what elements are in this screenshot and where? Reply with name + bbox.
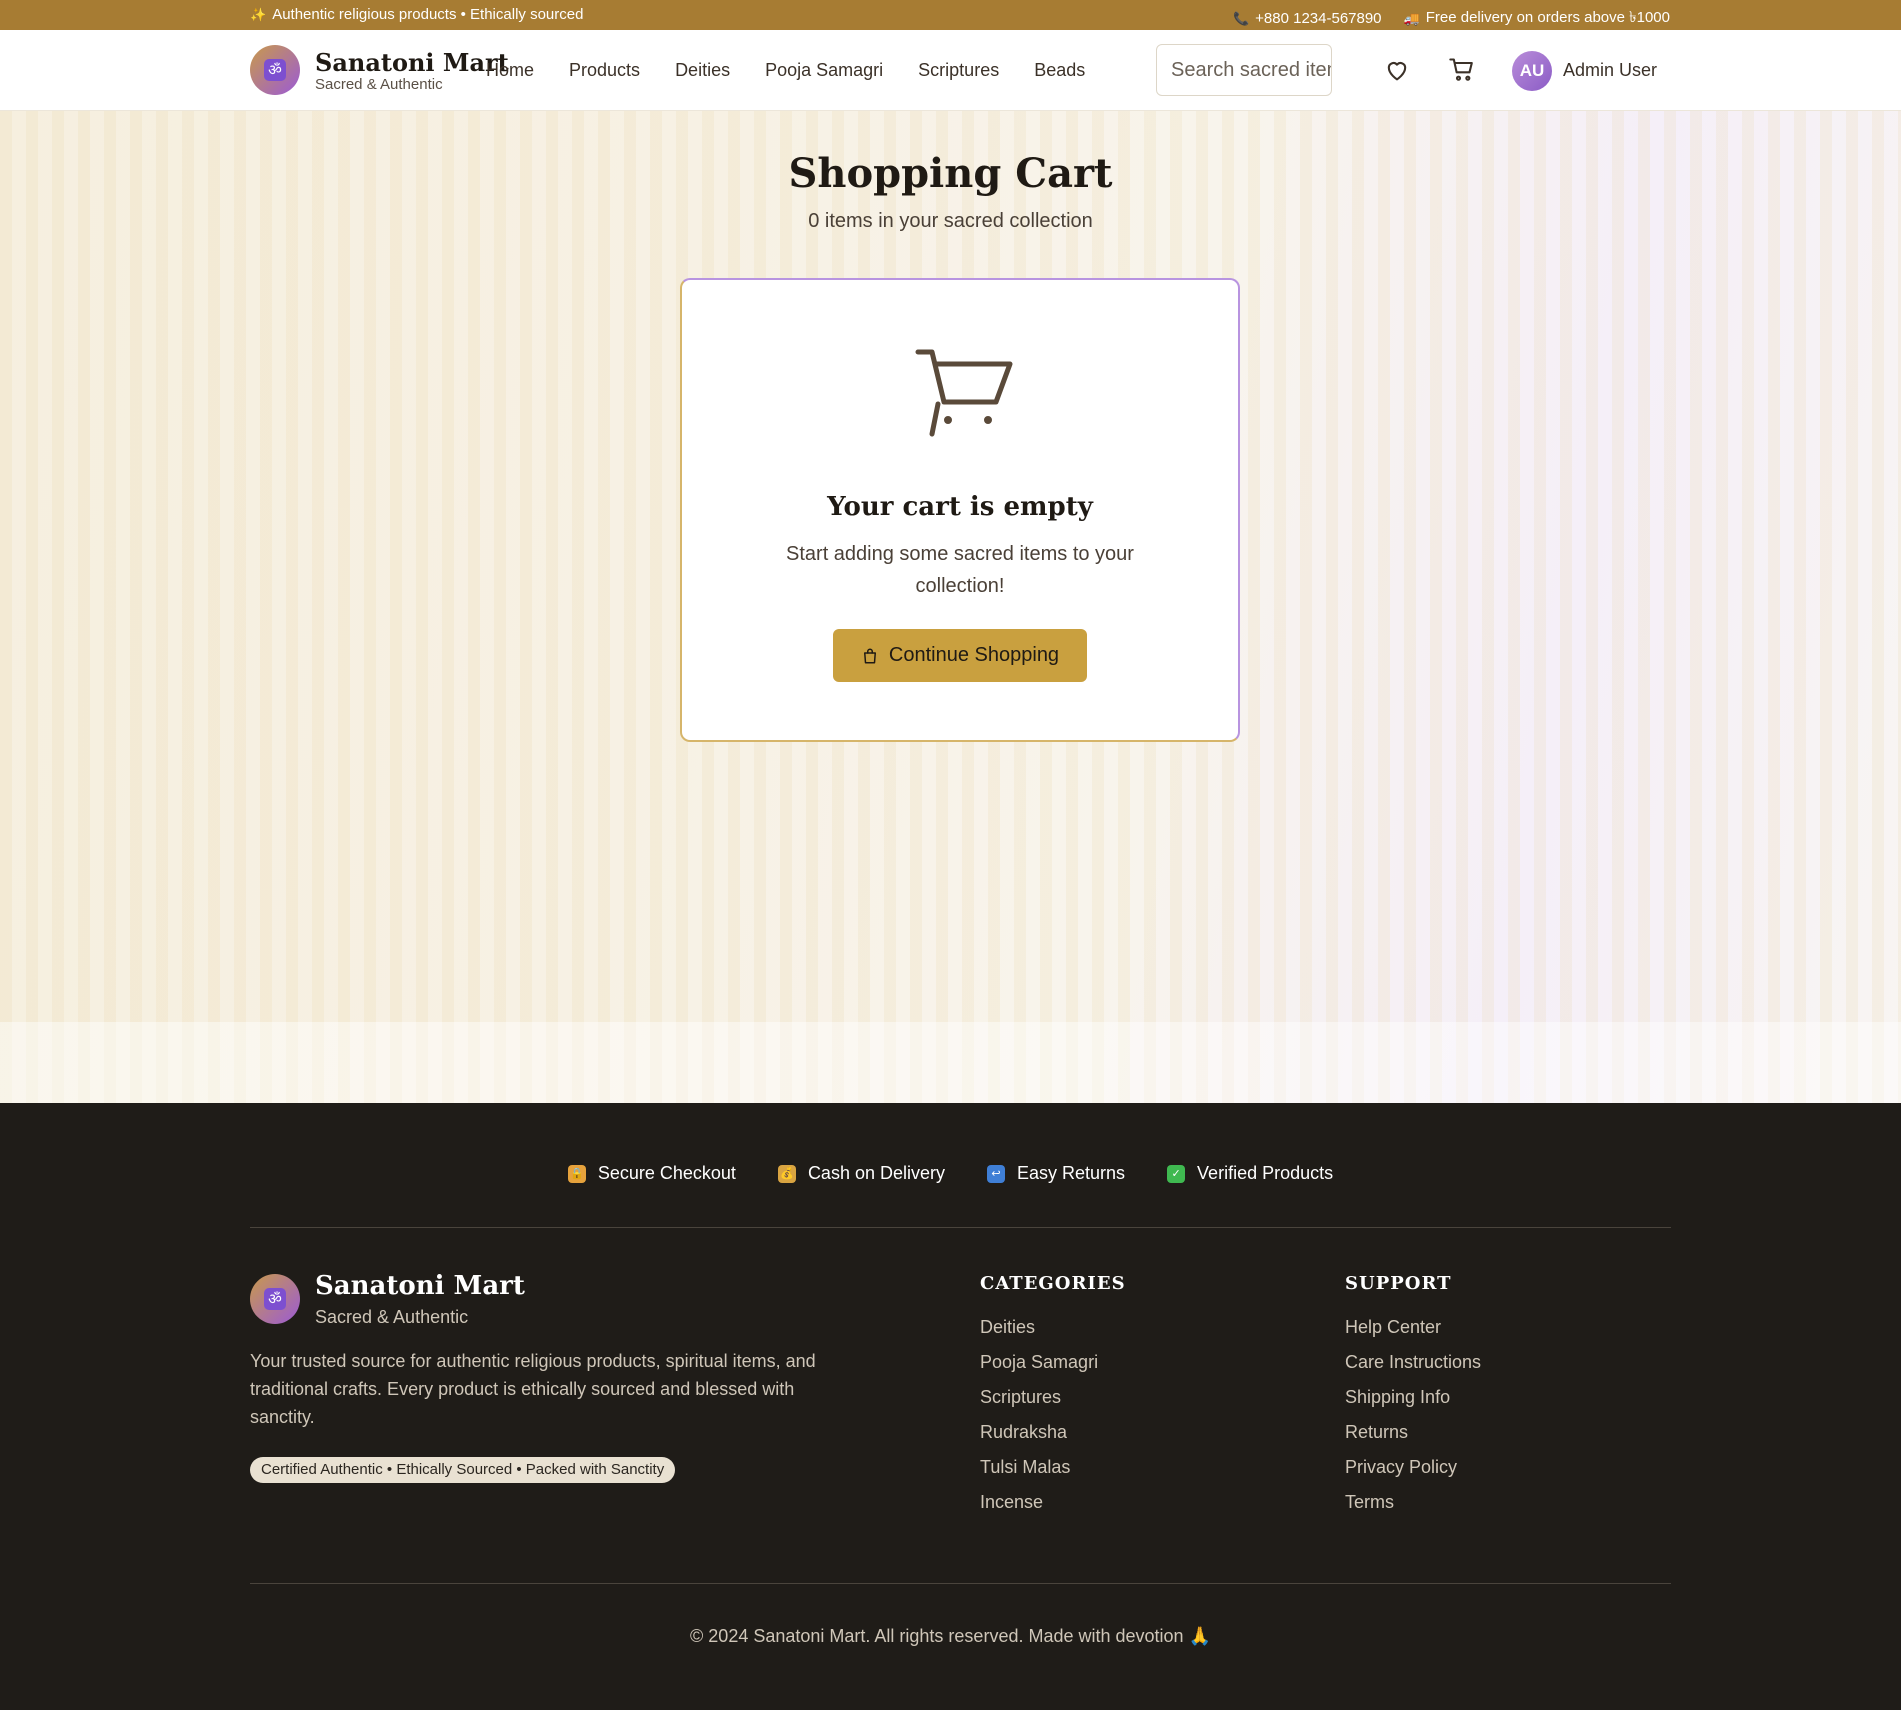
nav-products[interactable]: Products bbox=[569, 60, 640, 81]
trust-badges: 🔒 Secure Checkout 💰 Cash on Delivery ↩ E… bbox=[0, 1163, 1901, 1184]
nav-pooja-samagri[interactable]: Pooja Samagri bbox=[765, 60, 883, 81]
cart-icon[interactable] bbox=[1448, 56, 1476, 84]
trust-label: Verified Products bbox=[1197, 1163, 1334, 1183]
nav-deities[interactable]: Deities bbox=[675, 60, 730, 81]
continue-shopping-button[interactable]: Continue Shopping bbox=[833, 629, 1087, 682]
money-bag-icon: 💰 bbox=[777, 1164, 796, 1183]
user-name[interactable]: Admin User bbox=[1563, 60, 1657, 81]
return-icon: ↩ bbox=[987, 1164, 1005, 1183]
shopping-bag-icon bbox=[863, 648, 876, 663]
footer-link-shipping-info[interactable]: Shipping Info bbox=[1345, 1387, 1481, 1408]
support-heading: SUPPORT bbox=[1345, 1273, 1452, 1294]
footer-brand-name: Sanatoni Mart bbox=[315, 1271, 525, 1301]
footer-link-rudraksha[interactable]: Rudraksha bbox=[980, 1422, 1098, 1443]
footer-link-terms[interactable]: Terms bbox=[1345, 1492, 1481, 1513]
footer-link-incense[interactable]: Incense bbox=[980, 1492, 1098, 1513]
site-header: ॐ Sanatoni Mart Sacred & Authentic Home … bbox=[0, 30, 1901, 111]
footer-link-returns[interactable]: Returns bbox=[1345, 1422, 1481, 1443]
announcement-bar: ✨ Authentic religious products • Ethical… bbox=[0, 0, 1901, 30]
footer-link-care-instructions[interactable]: Care Instructions bbox=[1345, 1352, 1481, 1373]
announcement-text: Authentic religious products • Ethically… bbox=[272, 6, 584, 23]
trust-verified-products: ✓ Verified Products bbox=[1167, 1163, 1333, 1184]
main-bottom-band bbox=[0, 1022, 1901, 1103]
phone-info: 📞 +880 1234-567890 bbox=[1233, 10, 1382, 27]
footer-divider bbox=[250, 1227, 1671, 1228]
main-nav: Home Products Deities Pooja Samagri Scri… bbox=[486, 60, 1085, 81]
nav-home[interactable]: Home bbox=[486, 60, 534, 81]
empty-cart-icon bbox=[915, 349, 1013, 437]
footer-divider bbox=[250, 1583, 1671, 1584]
page-title: Shopping Cart bbox=[788, 150, 1113, 197]
announcement-left: ✨ Authentic religious products • Ethical… bbox=[250, 6, 583, 23]
lock-icon: 🔒 bbox=[567, 1164, 586, 1183]
brand-name[interactable]: Sanatoni Mart bbox=[315, 48, 509, 77]
announcement-right: 📞 +880 1234-567890 🚚 Free delivery on or… bbox=[1233, 6, 1670, 31]
sparkle-icon: ✨ bbox=[250, 6, 267, 22]
footer-brand-tagline: Sacred & Authentic bbox=[315, 1307, 469, 1327]
brand-logo[interactable]: ॐ bbox=[250, 45, 300, 95]
om-icon: ॐ bbox=[264, 1288, 286, 1310]
cart-count-text: 0 items in your sacred collection bbox=[808, 210, 1093, 232]
nav-scriptures[interactable]: Scriptures bbox=[918, 60, 999, 81]
trust-secure-checkout: 🔒 Secure Checkout bbox=[567, 1163, 736, 1184]
trust-easy-returns: ↩ Easy Returns bbox=[987, 1163, 1125, 1184]
delivery-info: 🚚 Free delivery on orders above ৳1000 bbox=[1404, 6, 1670, 31]
footer-link-privacy-policy[interactable]: Privacy Policy bbox=[1345, 1457, 1481, 1478]
footer-link-deities[interactable]: Deities bbox=[980, 1317, 1098, 1338]
support-list: Help Center Care Instructions Shipping I… bbox=[1345, 1317, 1481, 1513]
trust-label: Easy Returns bbox=[1017, 1163, 1126, 1183]
trust-cash-on-delivery: 💰 Cash on Delivery bbox=[777, 1163, 945, 1184]
heart-icon[interactable] bbox=[1383, 56, 1411, 84]
trust-label: Secure Checkout bbox=[597, 1163, 736, 1183]
trust-label: Cash on Delivery bbox=[807, 1163, 945, 1183]
truck-icon: 🚚 bbox=[1403, 10, 1420, 26]
empty-cart-message: Start adding some sacred items to your c… bbox=[786, 543, 1134, 597]
phone-number: +880 1234-567890 bbox=[1255, 10, 1382, 27]
authenticity-badge: Certified Authentic • Ethically Sourced … bbox=[250, 1457, 676, 1483]
empty-cart-card: Your cart is empty Start adding some sac… bbox=[680, 278, 1240, 742]
footer-link-scriptures[interactable]: Scriptures bbox=[980, 1387, 1098, 1408]
footer-link-tulsi-malas[interactable]: Tulsi Malas bbox=[980, 1457, 1098, 1478]
copyright-text: © 2024 Sanatoni Mart. All rights reserve… bbox=[690, 1626, 1211, 1646]
site-footer: 🔒 Secure Checkout 💰 Cash on Delivery ↩ E… bbox=[0, 1103, 1901, 1710]
search-input[interactable]: Search sacred items... bbox=[1156, 44, 1332, 96]
nav-beads[interactable]: Beads bbox=[1034, 60, 1085, 81]
brand-tagline: Sacred & Authentic bbox=[315, 76, 443, 93]
phone-icon: 📞 bbox=[1232, 10, 1250, 26]
check-icon: ✓ bbox=[1167, 1164, 1186, 1183]
delivery-text: Free delivery on orders above ৳1000 bbox=[1425, 9, 1670, 26]
footer-description: Your trusted source for authentic religi… bbox=[250, 1351, 816, 1427]
footer-link-pooja-samagri[interactable]: Pooja Samagri bbox=[980, 1352, 1098, 1373]
avatar[interactable]: AU bbox=[1512, 51, 1552, 91]
empty-cart-title: Your cart is empty bbox=[827, 492, 1093, 522]
footer-link-help-center[interactable]: Help Center bbox=[1345, 1317, 1481, 1338]
categories-list: Deities Pooja Samagri Scriptures Rudraks… bbox=[980, 1317, 1098, 1513]
om-icon: ॐ bbox=[264, 59, 286, 81]
footer-logo[interactable]: ॐ bbox=[250, 1274, 300, 1324]
continue-shopping-label: Continue Shopping bbox=[888, 644, 1060, 666]
categories-heading: CATEGORIES bbox=[980, 1273, 1126, 1294]
